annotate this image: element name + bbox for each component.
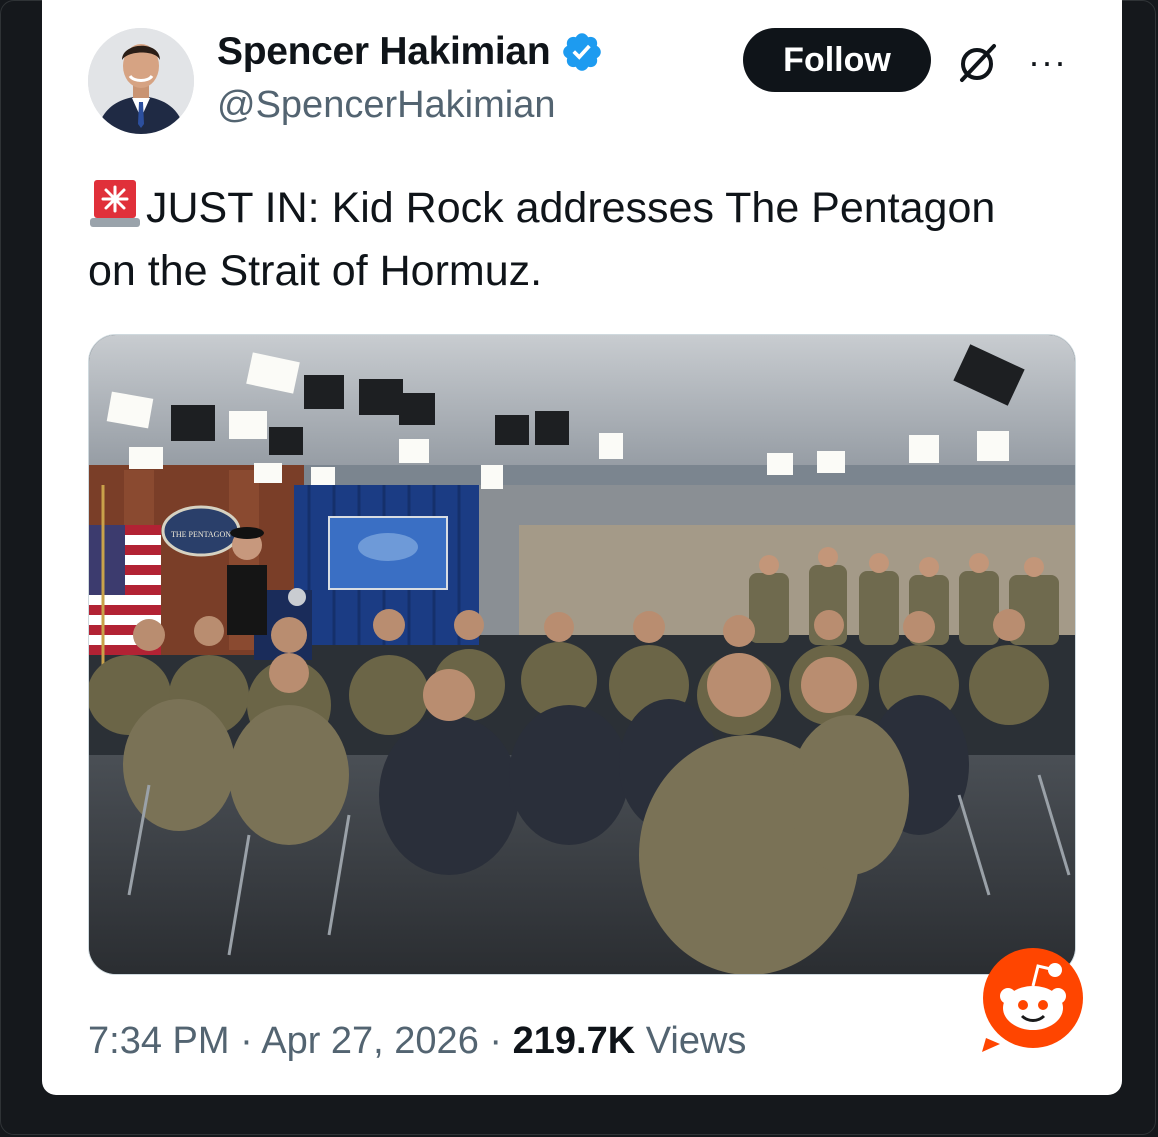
tweet-meta: 7:34 PM · Apr 27, 2026 · 219.7K Views: [88, 1020, 746, 1063]
tweet-card: Spencer Hakimian @SpencerHakimian Follow…: [42, 0, 1122, 1095]
author-row: Spencer Hakimian: [217, 30, 604, 74]
grok-slash-icon[interactable]: [954, 40, 1000, 86]
tweet-photo[interactable]: THE PENTAGON: [88, 334, 1076, 975]
more-dots-icon[interactable]: ···: [1028, 44, 1067, 80]
siren-emoji-icon: [90, 180, 140, 227]
verified-badge-icon: [563, 33, 602, 71]
meta-separator: ·: [240, 1020, 253, 1062]
views-label: Views: [645, 1020, 747, 1062]
author-name[interactable]: Spencer Hakimian: [217, 30, 551, 74]
tweet-text-line1: JUST IN: Kid Rock addresses The Pentagon: [146, 184, 996, 232]
author-handle[interactable]: @SpencerHakimian: [217, 84, 556, 127]
follow-button[interactable]: Follow: [743, 28, 931, 92]
tweet-time[interactable]: 7:34 PM: [88, 1020, 230, 1062]
views-count: 219.7K: [512, 1020, 636, 1062]
reddit-icon: [982, 948, 1083, 1052]
seal-text: THE PENTAGON: [171, 530, 231, 539]
meta-separator: ·: [489, 1020, 503, 1062]
tweet-text: JUST IN: Kid Rock addresses The Pentagon…: [88, 176, 1088, 303]
tweet-date[interactable]: Apr 27, 2026: [261, 1020, 479, 1062]
avatar[interactable]: [88, 28, 194, 134]
tweet-text-line2: on the Strait of Hormuz.: [88, 247, 543, 295]
